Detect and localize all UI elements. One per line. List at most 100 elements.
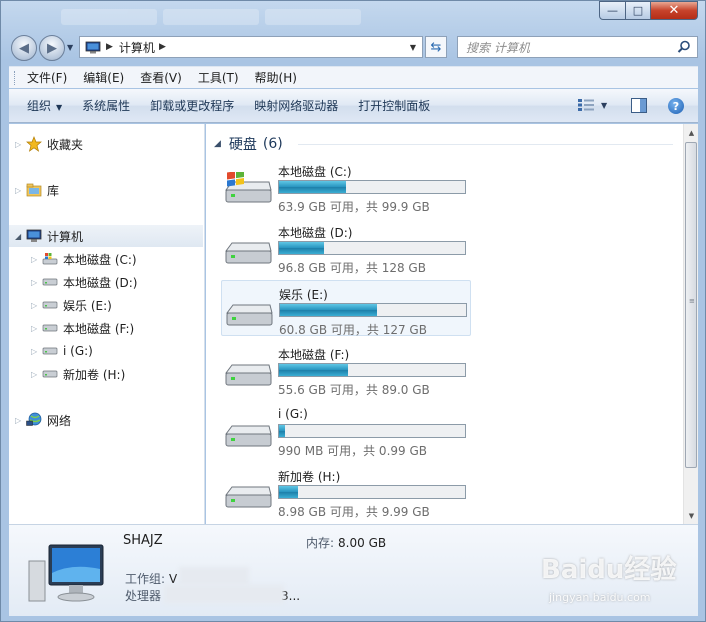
- drive-item-e[interactable]: 娱乐 (E:) 60.8 GB 可用，共 127 GB: [221, 280, 471, 337]
- nav-drive-g[interactable]: ▷ i (G:): [9, 340, 203, 362]
- breadcrumb-separator[interactable]: ▶: [159, 42, 166, 52]
- drive-usage-bar: [278, 363, 466, 377]
- scroll-up-arrow[interactable]: ▲: [684, 125, 699, 140]
- drive-usage-bar: [279, 303, 467, 317]
- expand-icon[interactable]: ▷: [31, 370, 41, 379]
- drive-usage-bar: [278, 180, 466, 194]
- star-icon: [25, 136, 43, 152]
- group-divider: [298, 144, 673, 145]
- back-button[interactable]: ◀: [11, 35, 37, 61]
- drive-usage-fill: [280, 304, 377, 316]
- drive-usage-fill: [279, 181, 346, 193]
- close-button[interactable]: ✕: [650, 1, 698, 20]
- scroll-thumb[interactable]: ≡: [685, 142, 697, 468]
- drive-name: 娱乐 (E:): [279, 288, 328, 302]
- nav-drive-f[interactable]: ▷ 本地磁盘 (F:): [9, 317, 203, 339]
- change-view-button[interactable]: ▼: [577, 98, 607, 112]
- breadcrumb-separator[interactable]: ▶: [106, 42, 113, 52]
- expand-icon[interactable]: ▷: [15, 140, 25, 149]
- group-count: (6): [262, 136, 283, 152]
- refresh-button[interactable]: ⇆: [425, 36, 447, 58]
- organize-button[interactable]: 组织 ▼: [9, 97, 72, 114]
- drive-usage-bar: [278, 485, 466, 499]
- preview-pane-button[interactable]: [631, 98, 647, 116]
- collapse-icon[interactable]: ◢: [15, 232, 25, 241]
- expand-icon[interactable]: ▷: [15, 186, 25, 195]
- title-bar: — □ ✕: [1, 1, 705, 29]
- address-dropdown[interactable]: ▼: [410, 43, 416, 52]
- nav-drive-e[interactable]: ▷ 娱乐 (E:): [9, 294, 203, 316]
- memory-label: 内存:: [306, 536, 335, 550]
- drive-usage-fill: [279, 242, 324, 254]
- processor-label: 处理器: [125, 589, 162, 603]
- expand-icon[interactable]: ▷: [31, 301, 41, 310]
- address-bar[interactable]: ▶ 计算机 ▶ ▼: [79, 36, 423, 58]
- drive-name: 本地磁盘 (D:): [278, 226, 353, 240]
- expand-icon[interactable]: ▷: [15, 416, 25, 425]
- chevron-down-icon: ▼: [601, 100, 608, 110]
- nav-drive-h[interactable]: ▷ 新加卷 (H:): [9, 363, 203, 385]
- menu-edit[interactable]: 编辑(E): [83, 69, 124, 86]
- drive-name: 新加卷 (H:): [278, 470, 341, 484]
- expand-icon[interactable]: ▷: [31, 255, 41, 264]
- nav-drive-label: 本地磁盘 (C:): [63, 252, 137, 267]
- recent-pages-dropdown[interactable]: ▼: [67, 43, 73, 52]
- menu-view[interactable]: 查看(V): [140, 69, 182, 86]
- menu-help[interactable]: 帮助(H): [255, 69, 297, 86]
- drive-item-f[interactable]: 本地磁盘 (F:) 55.6 GB 可用，共 89.0 GB: [221, 341, 471, 397]
- nav-libraries[interactable]: ▷ 库: [9, 179, 203, 201]
- redacted-processor: [164, 585, 284, 603]
- breadcrumb-computer[interactable]: 计算机: [119, 39, 155, 56]
- navigation-pane: ▷ 收藏夹 ▷ 库 ◢ 计算机 ▷ 本地磁盘 (C:) ▷ 本地磁盘 (D:) …: [9, 124, 205, 524]
- navigation-row: ◀ ▶ ▼ ▶ 计算机 ▶ ▼ ⇆ 搜索 计算机: [1, 31, 705, 63]
- hard-disks-group-header[interactable]: ◢ 硬盘 (6): [214, 134, 283, 154]
- nav-favorites[interactable]: ▷ 收藏夹: [9, 133, 203, 155]
- expand-icon[interactable]: ▷: [31, 347, 41, 356]
- drive-space-info: 96.8 GB 可用，共 128 GB: [278, 261, 426, 275]
- hard-drive-icon: [41, 343, 59, 359]
- drive-usage-fill: [279, 425, 285, 437]
- nav-drive-label: 本地磁盘 (D:): [63, 275, 138, 290]
- search-input[interactable]: 搜索 计算机: [457, 36, 698, 58]
- view-list-icon: [578, 99, 594, 111]
- nav-network[interactable]: ▷ 网络: [9, 409, 203, 431]
- drive-item-c[interactable]: 本地磁盘 (C:) 63.9 GB 可用，共 99.9 GB: [221, 158, 471, 214]
- collapse-group-icon[interactable]: ◢: [214, 139, 221, 149]
- drive-usage-fill: [279, 364, 348, 376]
- menu-tools[interactable]: 工具(T): [198, 69, 239, 86]
- nav-drive-d[interactable]: ▷ 本地磁盘 (D:): [9, 271, 203, 293]
- map-network-drive-button[interactable]: 映射网络驱动器: [244, 97, 348, 114]
- computer-icon: [84, 40, 102, 54]
- system-drive-icon: [223, 170, 273, 209]
- minimize-button[interactable]: —: [599, 1, 626, 20]
- system-properties-button[interactable]: 系统属性: [72, 97, 140, 114]
- menu-file[interactable]: 文件(F): [27, 69, 67, 86]
- menu-bar: 文件(F) 编辑(E) 查看(V) 工具(T) 帮助(H): [9, 66, 698, 88]
- nav-drive-c[interactable]: ▷ 本地磁盘 (C:): [9, 248, 203, 270]
- maximize-button[interactable]: □: [625, 1, 651, 20]
- library-icon: [25, 182, 43, 198]
- forward-button[interactable]: ▶: [39, 35, 65, 61]
- nav-computer[interactable]: ◢ 计算机: [9, 225, 203, 247]
- memory-info: 内存: 8.00 GB: [306, 534, 386, 551]
- drive-item-g[interactable]: i (G:) 990 MB 可用，共 0.99 GB: [221, 402, 471, 458]
- chevron-down-icon: ▼: [56, 103, 63, 112]
- hard-drive-icon: [223, 477, 273, 514]
- scroll-down-arrow[interactable]: ▼: [684, 508, 699, 523]
- drive-item-d[interactable]: 本地磁盘 (D:) 96.8 GB 可用，共 128 GB: [221, 219, 471, 275]
- uninstall-program-button[interactable]: 卸载或更改程序: [140, 97, 244, 114]
- open-control-panel-button[interactable]: 打开控制面板: [348, 97, 440, 114]
- hard-drive-icon: [224, 295, 274, 332]
- drive-space-info: 8.98 GB 可用，共 9.99 GB: [278, 505, 430, 519]
- drive-space-info: 990 MB 可用，共 0.99 GB: [278, 444, 427, 458]
- drive-name: 本地磁盘 (C:): [278, 165, 352, 179]
- drive-item-h[interactable]: 新加卷 (H:) 8.98 GB 可用，共 9.99 GB: [221, 463, 471, 519]
- watermark-logo: Baidu经验: [541, 555, 677, 585]
- help-icon[interactable]: ?: [668, 98, 684, 114]
- expand-icon[interactable]: ▷: [31, 278, 41, 287]
- hard-drive-icon: [41, 320, 59, 336]
- search-icon[interactable]: [677, 40, 691, 57]
- expand-icon[interactable]: ▷: [31, 324, 41, 333]
- workgroup-label: 工作组:: [125, 572, 166, 586]
- vertical-scrollbar[interactable]: ▲ ≡ ▼: [683, 124, 698, 524]
